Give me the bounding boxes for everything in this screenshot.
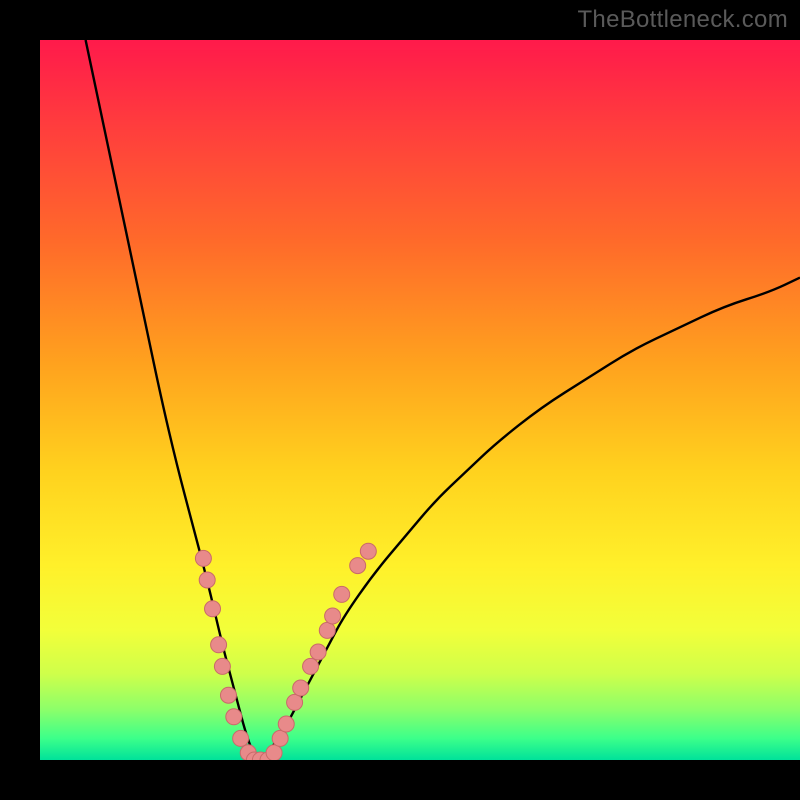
curve-marker: [226, 709, 242, 725]
curve-marker: [272, 730, 288, 746]
bottom-border: [0, 760, 800, 800]
curve-marker: [310, 644, 326, 660]
curve-marker: [278, 716, 294, 732]
curve-marker: [360, 543, 376, 559]
curve-marker: [334, 586, 350, 602]
curve-marker: [211, 637, 227, 653]
curve-markers: [195, 543, 376, 760]
bottleneck-curve: [86, 40, 800, 758]
curve-marker: [287, 694, 303, 710]
curve-marker: [266, 745, 282, 760]
curve-marker: [293, 680, 309, 696]
curve-marker: [350, 558, 366, 574]
chart-frame: TheBottleneck.com: [0, 0, 800, 800]
chart-svg: [40, 40, 800, 760]
curve-marker: [214, 658, 230, 674]
watermark-text: TheBottleneck.com: [577, 6, 788, 34]
curve-marker: [205, 601, 221, 617]
curve-marker: [233, 730, 249, 746]
curve-marker: [325, 608, 341, 624]
curve-marker: [319, 622, 335, 638]
plot-area: [40, 40, 800, 760]
curve-marker: [195, 550, 211, 566]
curve-marker: [199, 572, 215, 588]
curve-marker: [303, 658, 319, 674]
curve-marker: [220, 687, 236, 703]
